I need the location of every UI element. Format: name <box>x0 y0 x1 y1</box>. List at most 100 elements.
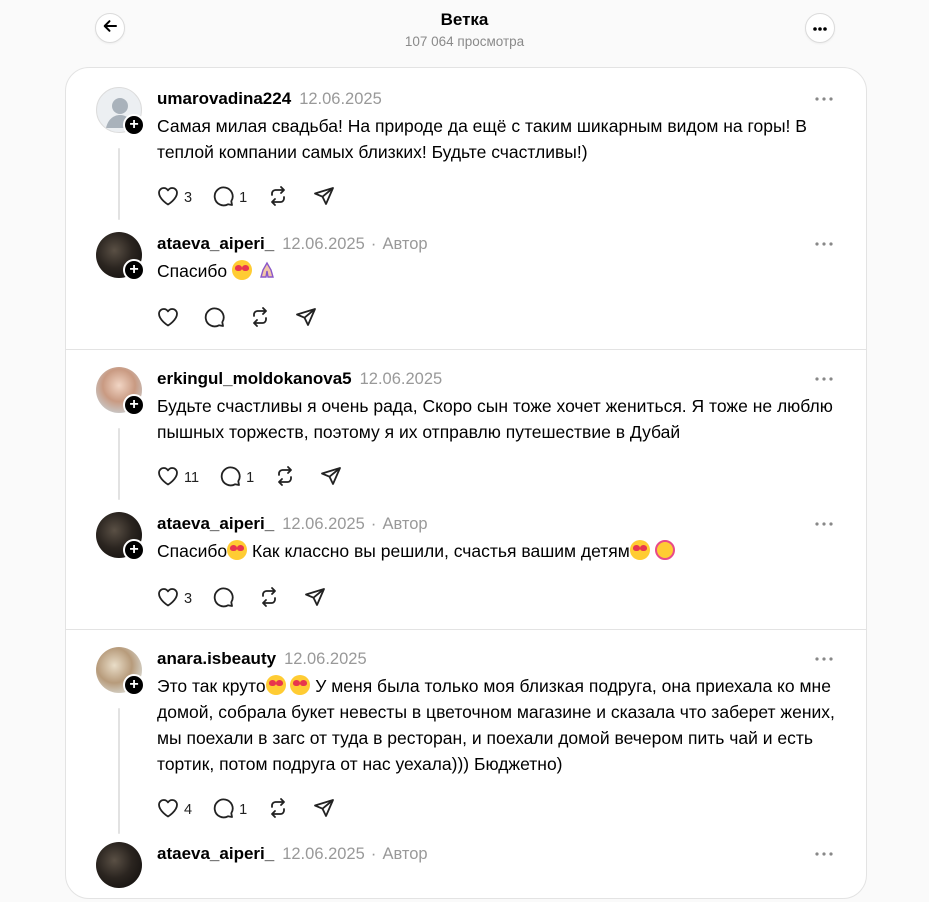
post-more-button[interactable] <box>812 232 836 256</box>
follow-plus-icon[interactable]: + <box>123 394 145 416</box>
more-horizontal-icon <box>812 19 828 37</box>
avatar[interactable] <box>96 842 142 888</box>
username[interactable]: erkingul_moldokanova5 <box>157 369 352 388</box>
reply-count: 1 <box>239 802 248 818</box>
comment-icon <box>203 306 225 333</box>
reply-count: 1 <box>246 470 255 486</box>
username[interactable]: ataeva_aiperi_ <box>157 234 274 253</box>
post-text: Спасибо <box>157 258 847 284</box>
post-actions <box>157 306 337 333</box>
smiling-face-with-heart-eyes-icon <box>232 260 253 280</box>
share-button[interactable] <box>320 466 342 490</box>
repost-icon <box>267 797 289 824</box>
view-count: 107 064 просмотра <box>404 34 525 49</box>
post-date[interactable]: 12.06.2025 <box>299 90 382 108</box>
share-button[interactable] <box>295 307 317 331</box>
like-count: 3 <box>184 190 193 206</box>
smiling-face-with-hearts-icon <box>227 540 248 560</box>
reply-post: + anara.isbeauty 12.06.2025 Это так круто… <box>96 647 836 837</box>
separator-dot: · <box>370 844 377 863</box>
post-text: Будьте счастливы я очень рада, Скоро сын… <box>157 396 833 442</box>
post-date[interactable]: 12.06.2025 <box>284 650 367 668</box>
post-more-button[interactable] <box>812 842 836 866</box>
thread-line <box>118 428 120 500</box>
repost-button[interactable] <box>267 185 289 212</box>
share-button[interactable] <box>313 186 335 210</box>
heart-icon <box>157 186 179 211</box>
username[interactable]: umarovadina224 <box>157 89 291 108</box>
reply-button[interactable] <box>212 587 234 611</box>
post-more-button[interactable] <box>812 87 836 111</box>
reply-button[interactable] <box>203 307 225 331</box>
post-date[interactable]: 12.06.2025 <box>282 845 365 863</box>
heart-icon <box>157 798 179 823</box>
share-button[interactable] <box>304 587 326 611</box>
like-button[interactable]: 3 <box>157 587 192 611</box>
reply-post: + erkingul_moldokanova5 12.06.2025 Будьте… <box>96 367 836 507</box>
reply-button[interactable]: 1 <box>219 466 254 490</box>
send-icon <box>295 306 317 333</box>
repost-icon <box>274 465 296 492</box>
divider <box>66 629 866 630</box>
smiling-face-with-hearts-icon <box>629 540 650 560</box>
send-icon <box>304 586 326 613</box>
like-button[interactable]: 11 <box>157 466 199 490</box>
separator-dot: · <box>370 234 377 253</box>
username[interactable]: ataeva_aiperi_ <box>157 514 274 533</box>
post-header: ataeva_aiperi_ 12.06.2025 · Автор <box>157 512 428 536</box>
send-icon <box>320 465 342 492</box>
repost-icon <box>267 185 289 212</box>
post-date[interactable]: 12.06.2025 <box>282 235 365 253</box>
partying-face-icon <box>654 540 675 560</box>
repost-icon <box>249 306 271 333</box>
username[interactable]: ataeva_aiperi_ <box>157 844 274 863</box>
thread-more-button[interactable] <box>805 13 835 43</box>
reply-button[interactable]: 1 <box>212 186 247 210</box>
separator-dot: · <box>370 514 377 533</box>
smiling-face-with-hearts-icon <box>265 675 286 695</box>
post-text: Спасибо Как классно вы решили, счастья в… <box>157 538 847 564</box>
send-icon <box>313 797 335 824</box>
post-actions: 3 1 <box>157 185 355 212</box>
folded-hands-icon <box>257 260 279 280</box>
like-count: 4 <box>184 802 193 818</box>
follow-plus-icon[interactable]: + <box>123 539 145 561</box>
post-more-button[interactable] <box>812 647 836 671</box>
follow-plus-icon[interactable]: + <box>123 259 145 281</box>
repost-button[interactable] <box>267 797 289 824</box>
reply-button[interactable]: 1 <box>212 798 247 822</box>
follow-plus-icon[interactable]: + <box>123 674 145 696</box>
heart-icon <box>157 466 179 491</box>
post-date[interactable]: 12.06.2025 <box>282 515 365 533</box>
author-reply-post: + ataeva_aiperi_ 12.06.2025 · Автор Спасибо… <box>96 512 836 612</box>
like-button[interactable] <box>157 307 179 331</box>
page-title: Ветка <box>440 10 489 29</box>
repost-button[interactable] <box>274 465 296 492</box>
repost-button[interactable] <box>249 306 271 333</box>
like-button[interactable]: 3 <box>157 186 192 210</box>
post-more-button[interactable] <box>812 367 836 391</box>
post-more-button[interactable] <box>812 512 836 536</box>
author-label: Автор <box>382 235 428 253</box>
post-actions: 11 1 <box>157 465 362 492</box>
thread-card: + umarovadina224 12.06.2025 Самая милая с… <box>65 67 867 899</box>
reply-count: 1 <box>239 190 248 206</box>
post-text-part: Спасибо <box>157 541 228 561</box>
post-header: erkingul_moldokanova5 12.06.2025 <box>157 367 442 391</box>
follow-plus-icon[interactable]: + <box>123 114 145 136</box>
repost-button[interactable] <box>258 586 280 611</box>
post-text-part: Это так круто <box>157 676 266 696</box>
post-text-content: Спасибо <box>157 261 228 281</box>
comment-icon <box>219 465 241 492</box>
like-button[interactable]: 4 <box>157 798 192 822</box>
post-header: anara.isbeauty 12.06.2025 <box>157 647 367 671</box>
post-header: ataeva_aiperi_ 12.06.2025 · Автор <box>157 232 428 256</box>
username[interactable]: anara.isbeauty <box>157 649 276 668</box>
divider <box>66 349 866 350</box>
comment-icon <box>212 797 234 824</box>
share-button[interactable] <box>313 798 335 822</box>
post-date[interactable]: 12.06.2025 <box>360 370 443 388</box>
author-label: Автор <box>382 845 428 863</box>
smiling-face-with-heart-eyes-icon <box>290 675 311 695</box>
heart-icon <box>157 307 179 332</box>
